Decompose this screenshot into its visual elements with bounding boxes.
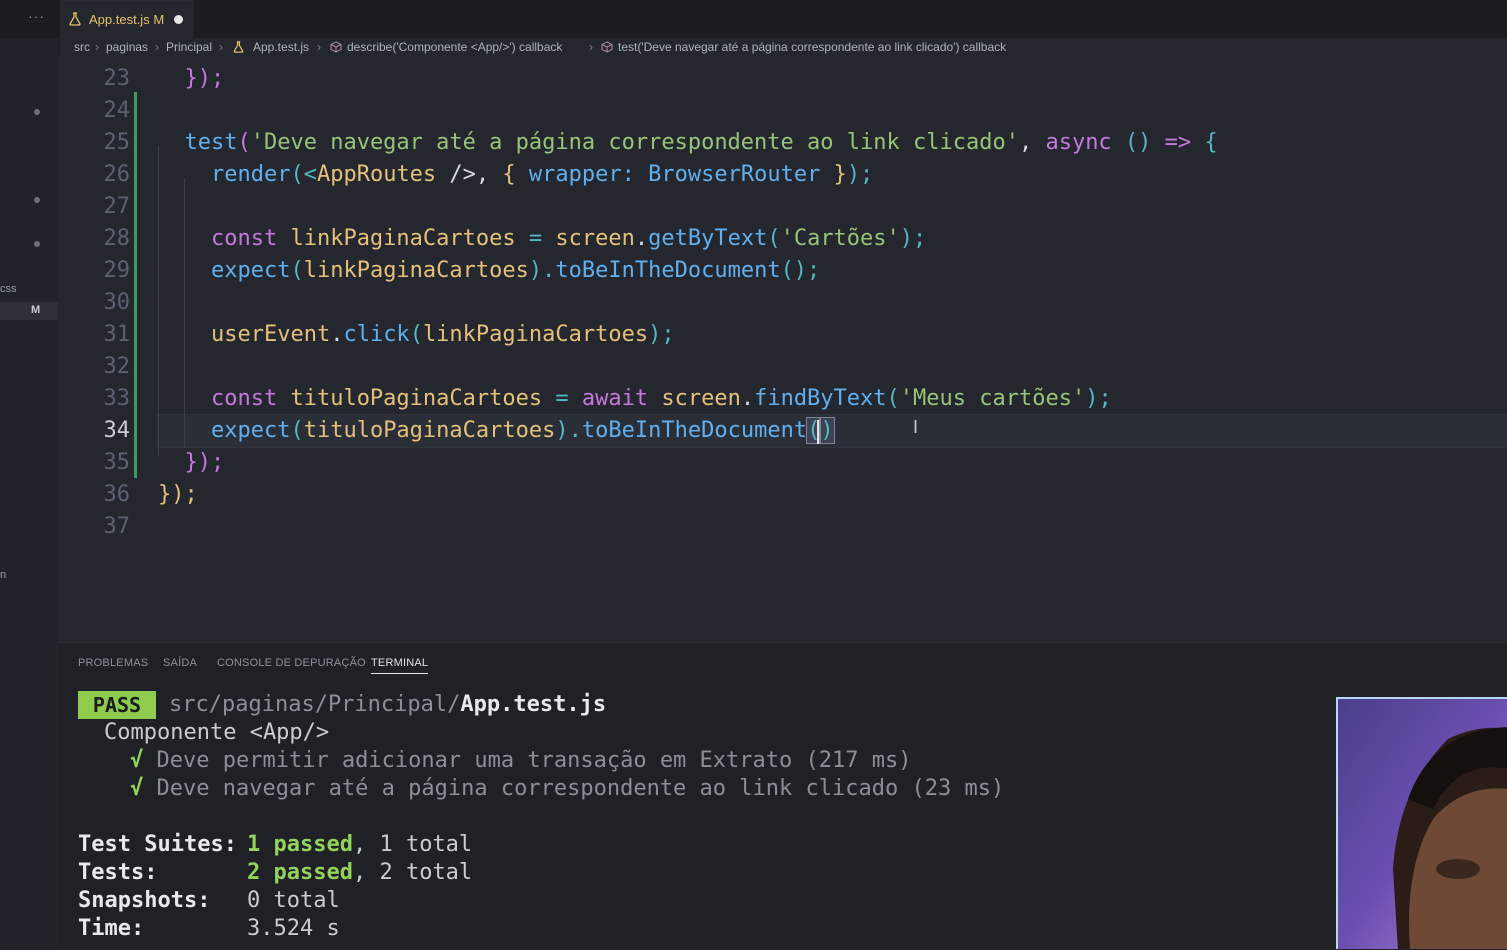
line-number: 31 — [103, 322, 131, 347]
explorer-selected-row[interactable]: M — [0, 302, 58, 320]
more-actions-icon[interactable]: ··· — [28, 8, 45, 24]
code-line-31: userEvent.click(linkPaginaCartoes); — [210, 322, 675, 347]
summary-tests: Tests: — [78, 860, 158, 885]
tab-filename: App.test.js M — [89, 12, 165, 27]
summary-snapshots: Snapshots: — [78, 888, 211, 913]
code-line-35: }); — [184, 450, 225, 475]
test-result-row: √ Deve navegar até a página corresponden… — [130, 776, 1005, 801]
line-number: 32 — [103, 354, 131, 379]
tab-problemas[interactable]: PROBLEMAS — [78, 657, 148, 669]
tab-console-depuracao[interactable]: CONSOLE DE DEPURAÇÃO — [217, 657, 366, 669]
code-line-34: expect(tituloPaginaCartoes).toBeInTheDoc… — [210, 417, 835, 444]
modified-marker — [34, 109, 40, 115]
summary-time-value: 3.524 s — [247, 916, 340, 941]
line-number: 26 — [103, 162, 131, 187]
test-file-icon — [233, 41, 244, 53]
tab-saida[interactable]: SAÍDA — [163, 657, 197, 669]
unsaved-dot-icon[interactable] — [174, 15, 183, 24]
summary-snapshots-value: 0 total — [247, 888, 340, 913]
editor-tab[interactable]: App.test.js M — [60, 0, 194, 39]
line-number: 30 — [103, 290, 131, 315]
method-cube-icon — [601, 41, 613, 53]
text-cursor — [817, 420, 819, 444]
breadcrumb-item[interactable]: test('Deve navegar até a página correspo… — [618, 40, 1006, 54]
webcam-overlay — [1336, 697, 1507, 949]
line-number: 25 — [103, 130, 131, 155]
line-number: 33 — [103, 386, 131, 411]
breadcrumb-item[interactable]: App.test.js — [253, 40, 309, 54]
line-number: 29 — [103, 258, 131, 283]
test-file-path: src/paginas/Principal/App.test.js — [169, 692, 607, 717]
test-file-icon — [69, 12, 81, 26]
summary-suites: Test Suites: — [78, 832, 237, 857]
check-icon: √ — [130, 776, 144, 801]
code-line-36: }); — [158, 482, 198, 507]
summary-tests-value: 2 passed, 2 total — [247, 860, 473, 885]
modified-marker — [34, 197, 40, 203]
modified-badge: M — [31, 304, 41, 316]
explorer-label-n: n — [0, 569, 7, 581]
line-number: 36 — [103, 482, 131, 507]
line-number: 23 — [103, 66, 131, 91]
summary-suites-value: 1 passed, 1 total — [247, 832, 473, 857]
activity-strip: css M n — [0, 0, 58, 949]
breadcrumb-item[interactable]: src — [74, 40, 90, 54]
code-line-23: }); — [184, 66, 225, 91]
breadcrumb-item[interactable]: paginas — [106, 40, 148, 54]
explorer-label-css: css — [0, 283, 17, 295]
tab-status: M — [153, 12, 165, 27]
line-number: 24 — [103, 98, 131, 123]
breadcrumb-item[interactable]: Principal — [166, 40, 212, 54]
code-line-29: expect(linkPaginaCartoes).toBeInTheDocum… — [210, 258, 821, 283]
git-added-gutter — [134, 92, 137, 478]
bracket-match: ) — [819, 417, 835, 444]
suite-name: Componente <App/> — [104, 720, 330, 745]
code-line-25: test('Deve navegar até a página correspo… — [184, 130, 1218, 155]
modified-marker — [34, 241, 40, 247]
bottom-panel: PROBLEMAS SAÍDA CONSOLE DE DEPURAÇÃO TER… — [58, 642, 1507, 950]
test-result-row: √ Deve permitir adicionar uma transação … — [130, 748, 912, 773]
pass-badge: PASS — [78, 691, 156, 719]
line-number: 35 — [103, 450, 131, 475]
summary-time: Time: — [78, 916, 145, 941]
breadcrumb-item[interactable]: describe('Componente <App/>') callback — [347, 40, 562, 54]
code-editor[interactable]: 23 24 25 26 27 28 29 30 31 32 33 34 35 3… — [58, 56, 1507, 642]
code-line-33: const tituloPaginaCartoes = await screen… — [210, 386, 1112, 411]
line-number: 28 — [103, 226, 131, 251]
tab-bar: ··· App.test.js M — [0, 0, 1507, 39]
ibeam-cursor-icon: I — [913, 417, 919, 437]
line-number-active: 34 — [103, 418, 131, 443]
tab-terminal[interactable]: TERMINAL — [371, 657, 429, 674]
check-icon: √ — [130, 748, 144, 773]
line-number: 27 — [103, 194, 131, 219]
code-line-26: render(<AppRoutes />, { wrapper: Browser… — [210, 162, 874, 187]
line-number: 37 — [103, 514, 131, 539]
code-line-28: const linkPaginaCartoes = screen.getByTe… — [210, 226, 927, 251]
presenter-video-image — [1338, 699, 1507, 949]
method-cube-icon — [330, 41, 342, 53]
breadcrumb: src › paginas › Principal › App.test.js … — [60, 38, 1507, 56]
